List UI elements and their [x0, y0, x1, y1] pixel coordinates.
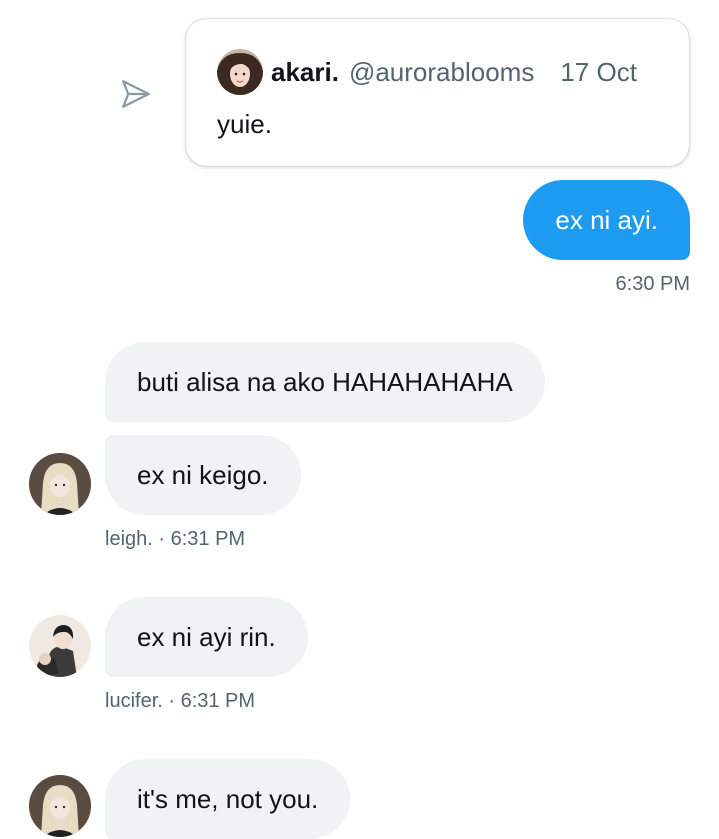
sent-message-text: ex ni ayi. — [555, 205, 658, 235]
received-message-bubble[interactable]: buti alisa na ako HAHAHAHAHA — [105, 342, 545, 422]
sent-message-time: 6:30 PM — [615, 273, 690, 295]
received-message-meta: lucifer. · 6:31 PM — [105, 690, 256, 712]
shared-tweet-author-name: akari. — [271, 56, 339, 87]
send-icon[interactable] — [118, 76, 154, 112]
received-message-text: ex ni keigo. — [137, 460, 269, 490]
avatar-leigh[interactable] — [29, 453, 91, 515]
received-message-bubble[interactable]: ex ni keigo. — [105, 435, 301, 515]
shared-tweet-header: akari. @aurorablooms 17 Oct — [217, 49, 637, 95]
shared-tweet-author-handle: @aurorablooms — [348, 56, 535, 87]
shared-tweet-card[interactable]: akari. @aurorablooms 17 Oct yuie. — [186, 19, 689, 166]
avatar-leigh[interactable] — [29, 775, 91, 837]
avatar-lucifer[interactable] — [29, 615, 91, 677]
received-message-text: buti alisa na ako HAHAHAHAHA — [137, 367, 513, 397]
shared-tweet-date: 17 Oct — [560, 56, 637, 87]
shared-tweet-author-avatar — [217, 49, 263, 95]
received-message-bubble[interactable]: it's me, not you. — [105, 759, 351, 839]
shared-tweet-text: yuie. — [217, 109, 272, 139]
received-message-text: ex ni ayi rin. — [137, 622, 276, 652]
received-message-bubble[interactable]: ex ni ayi rin. — [105, 597, 308, 677]
received-message-text: it's me, not you. — [137, 784, 319, 814]
sent-message-bubble[interactable]: ex ni ayi. — [523, 180, 690, 260]
received-message-meta: leigh. · 6:31 PM — [105, 528, 246, 550]
